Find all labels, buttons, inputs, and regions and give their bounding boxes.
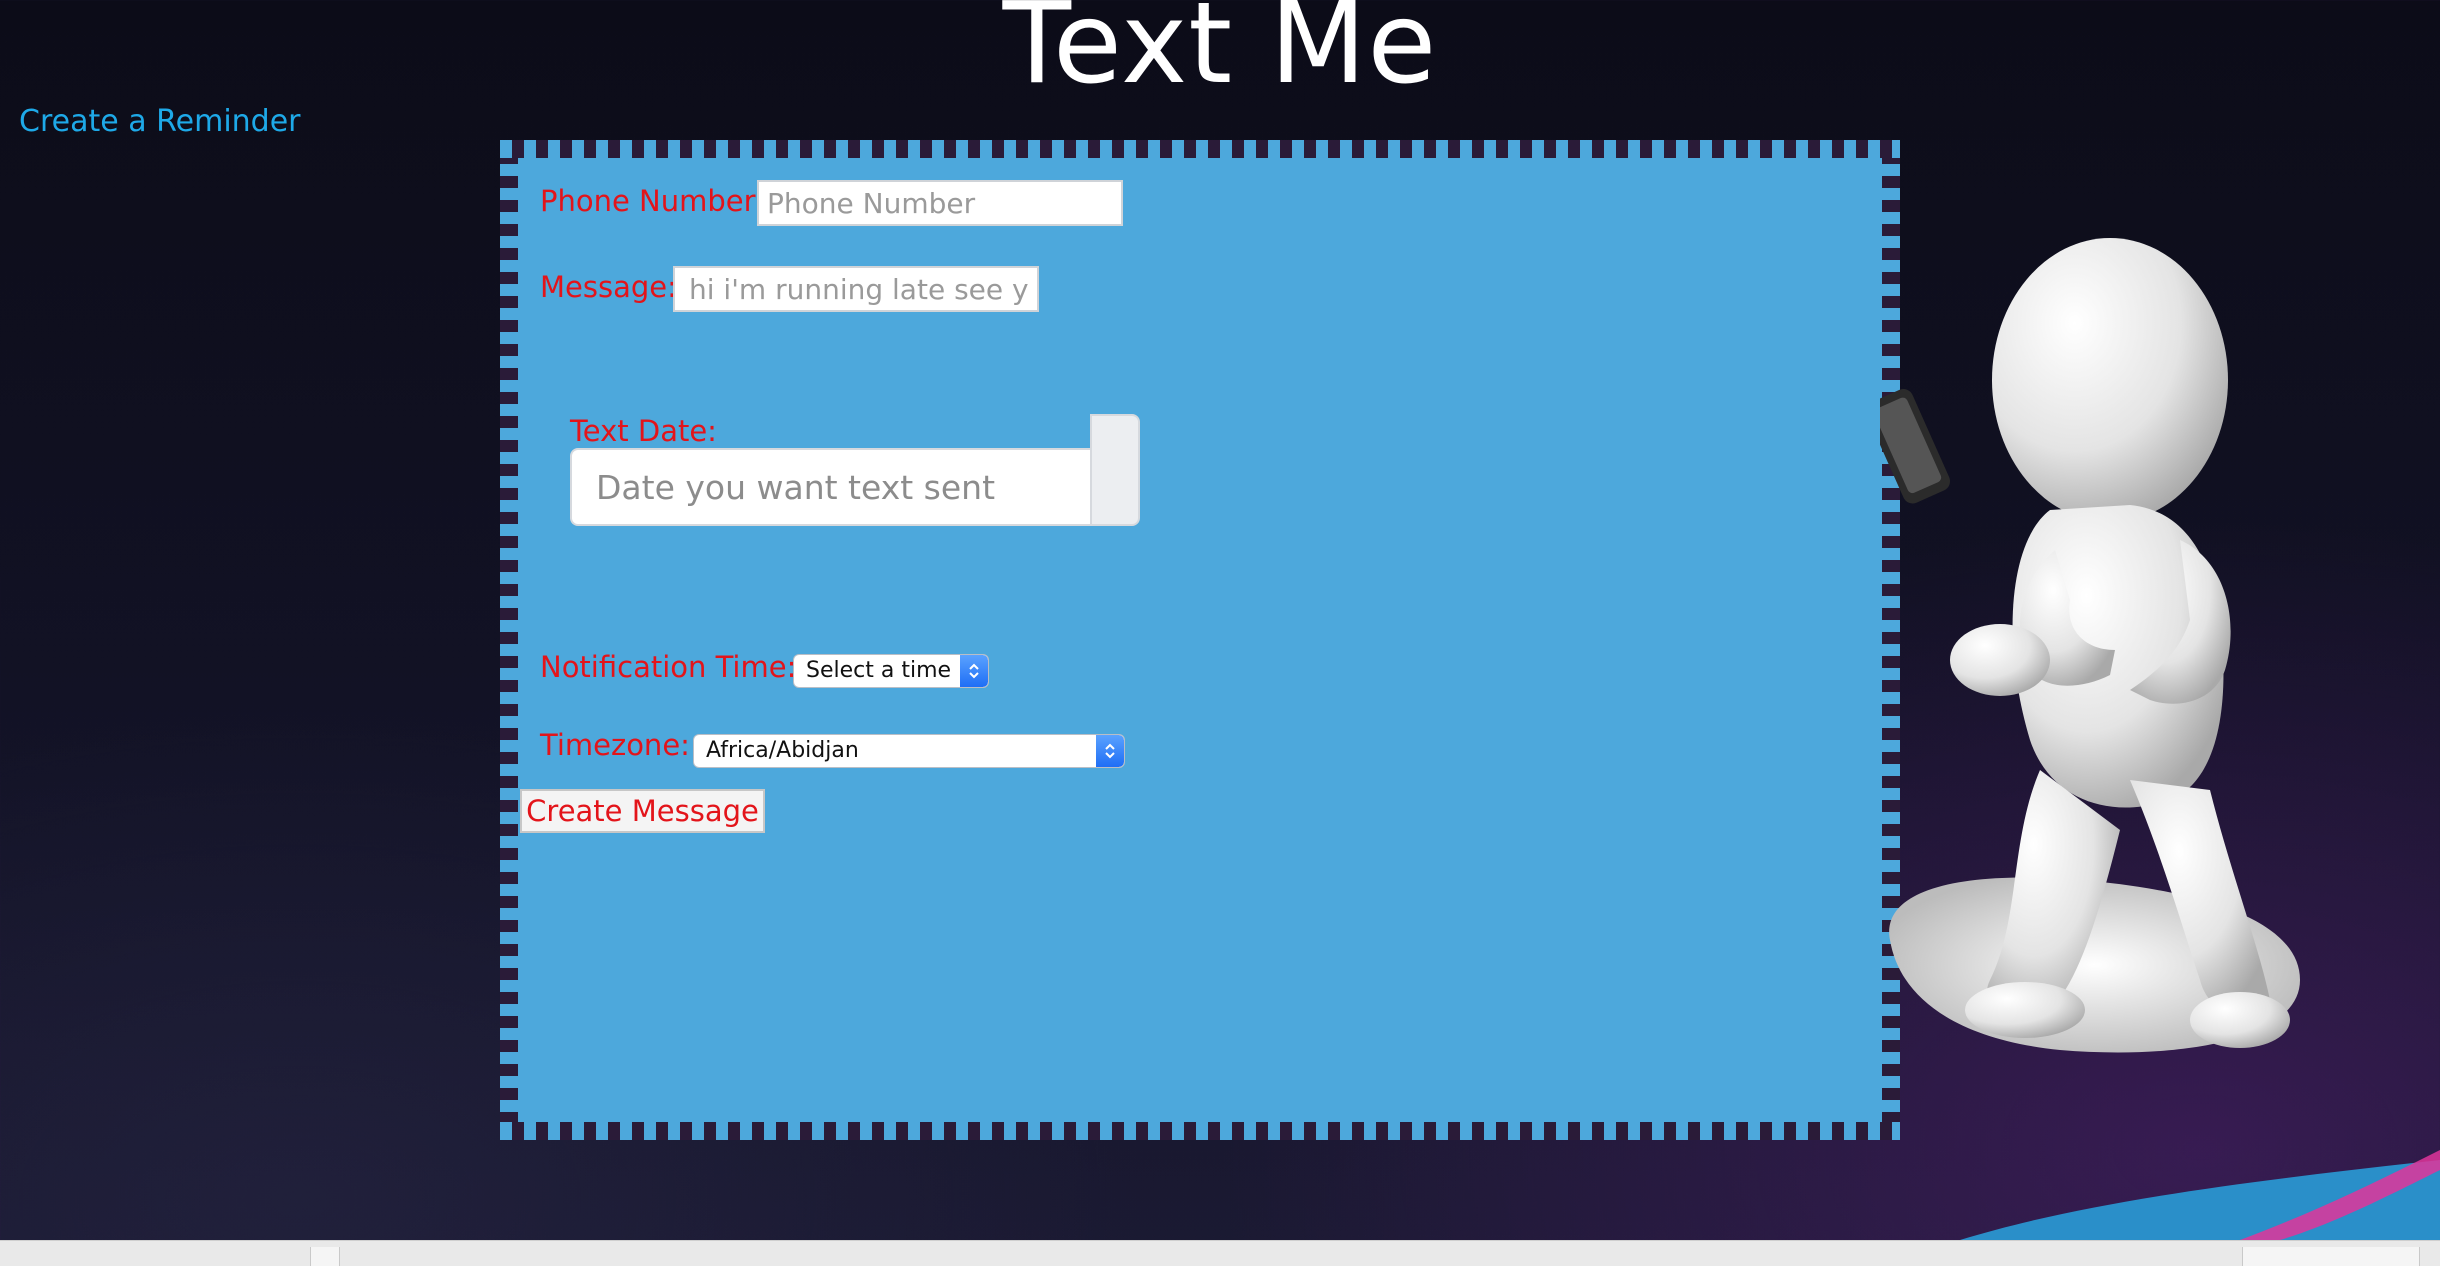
status-bar-segment [2242,1247,2420,1266]
create-reminder-link[interactable]: Create a Reminder [19,104,301,139]
notification-time-select[interactable]: Select a time [793,654,989,688]
message-form-panel: Phone Number: Message: Text Date: Notifi… [500,140,1900,1140]
decorative-accent [1960,1150,2440,1240]
create-message-button[interactable]: Create Message [520,789,765,833]
timezone-select[interactable]: Africa/Abidjan [693,734,1125,768]
text-date-input[interactable] [570,448,1090,526]
text-date-label: Text Date: [570,414,717,448]
notification-time-value: Select a time [806,658,952,683]
phone-number-label: Phone Number: [540,184,765,218]
timezone-label: Timezone: [540,728,690,762]
timezone-value: Africa/Abidjan [706,738,859,763]
chevron-updown-icon [960,655,988,687]
status-bar-segment [310,1247,340,1266]
phone-number-input[interactable] [757,180,1123,226]
date-picker-button[interactable] [1090,414,1140,526]
browser-status-bar [0,1240,2440,1266]
text-date-group: Text Date: [570,414,1140,526]
person-with-phone-illustration [1880,238,2300,1053]
message-input[interactable] [673,266,1039,312]
page-title: Text Me [1002,0,1438,109]
chevron-updown-icon [1096,735,1124,767]
notification-time-label: Notification Time: [540,650,797,684]
message-label: Message: [540,270,677,304]
